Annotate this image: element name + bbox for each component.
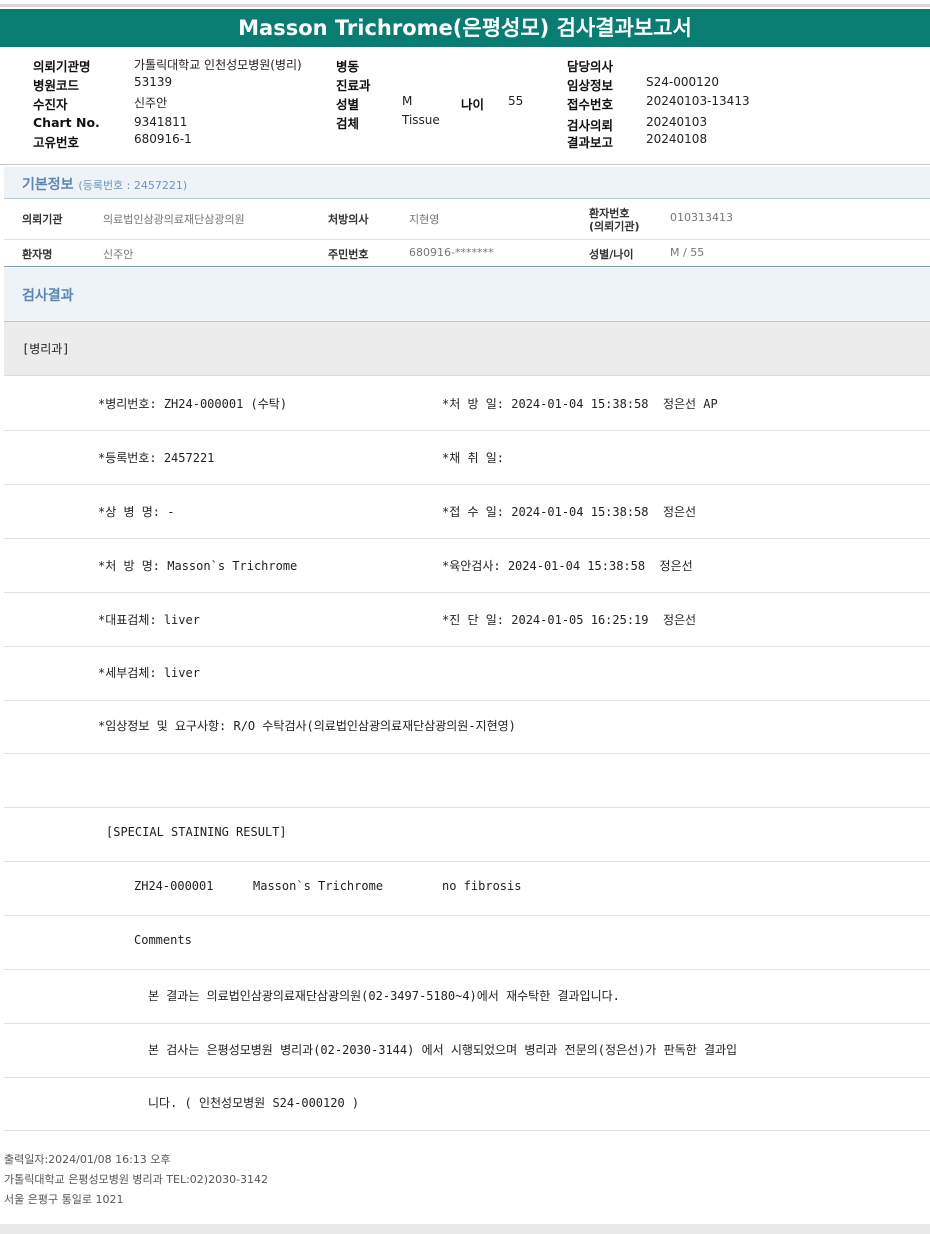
report-title: Masson Trichrome(은평성모) 검사결과보고서 — [0, 9, 930, 47]
recipient-value: 신주안 — [134, 96, 168, 110]
rrn-label: 주민번호 — [328, 248, 369, 261]
receive-date: *접 수 일: 2024-01-04 15:38:58 정은선 — [442, 505, 697, 519]
hosp-code-label: 병원코드 — [33, 78, 80, 93]
result-row-4: *처 방 명: Masson`s Trichrome *육안검사: 2024-0… — [4, 539, 930, 593]
req-org-value: 의료법인삼광의료재단삼광의원 — [103, 213, 245, 226]
age-value: 55 — [508, 94, 524, 108]
result-report-value: 20240108 — [646, 132, 708, 146]
specimen-label: 검체 — [336, 116, 360, 131]
gross-exam-date: *육안검사: 2024-01-04 15:38:58 정은선 — [442, 559, 693, 573]
dept-band: [병리과] — [4, 322, 930, 376]
result-row-3: *상 병 명: - *접 수 일: 2024-01-04 15:38:58 정은… — [4, 485, 930, 539]
stain-name: Masson`s Trichrome — [253, 879, 384, 893]
uid-label: 고유번호 — [33, 135, 80, 150]
diagnosis-date: *진 단 일: 2024-01-05 16:25:19 정은선 — [442, 613, 697, 627]
basic-info-row-1: 의뢰기관 의료법인삼광의료재단삼광의원 처방의사 지현영 환자번호 (의뢰기관)… — [4, 199, 930, 240]
rrn-value: 680916-******* — [409, 246, 494, 259]
results-section-title: 검사결과 — [4, 268, 930, 322]
prescriber-label: 처방의사 — [328, 213, 369, 226]
footer-organization: 가톨릭대학교 은평성모병원 병리과 TEL:02)2030-3142 — [4, 1173, 269, 1186]
top-divider — [0, 4, 930, 7]
registration-number: *등록번호: 2457221 — [98, 451, 215, 465]
report-header: 의뢰기관명 가톨릭대학교 인천성모병원(병리) 병원코드 53139 수진자 신… — [0, 48, 930, 165]
receipt-label: 접수번호 — [567, 97, 614, 112]
receipt-value: 20240103-13413 — [646, 94, 750, 108]
result-row-6: *세부검체: liver — [4, 647, 930, 701]
result-row-stain: ZH24-000001 Masson`s Trichrome no fibros… — [4, 862, 930, 916]
result-row-comment-2: 본 검사는 은평성모병원 병리과(02-2030-3144) 에서 시행되었으며… — [4, 1024, 930, 1078]
sex-age-value: M / 55 — [670, 246, 705, 259]
disease-name: *상 병 명: - — [98, 505, 175, 519]
chart-value: 9341811 — [134, 115, 188, 129]
prescription-name: *처 방 명: Masson`s Trichrome — [98, 559, 298, 573]
sex-value: M — [402, 94, 413, 108]
result-report-label: 결과보고 — [567, 135, 614, 150]
clinical-label: 임상정보 — [567, 78, 614, 93]
dept-label: 진료과 — [336, 78, 371, 93]
basic-info-row-2: 환자명 신주안 주민번호 680916-******* 성별/나이 M / 55 — [4, 240, 930, 267]
result-row-2: *등록번호: 2457221 *채 취 일: — [4, 431, 930, 485]
print-date: 출력일자:2024/01/08 16:13 오후 — [4, 1153, 171, 1166]
result-row-blank — [4, 754, 930, 808]
result-row-comments: Comments — [4, 916, 930, 970]
age-label: 나이 — [461, 97, 485, 112]
result-row-comment-1: 본 결과는 의료법인삼광의료재단삼광의원(02-3497-5180~4)에서 재… — [4, 970, 930, 1024]
req-org-value: 가톨릭대학교 인천성모병원(병리) — [134, 58, 302, 72]
result-row-7: *임상정보 및 요구사항: R/O 수탁검사(의료법인삼광의료재단삼광의원-지현… — [4, 700, 930, 754]
clinical-request: *임상정보 및 요구사항: R/O 수탁검사(의료법인삼광의료재단삼광의원-지현… — [98, 719, 516, 733]
pathology-number: *병리번호: ZH24-000001 (수탁) — [98, 397, 288, 411]
doctor-label: 담당의사 — [567, 59, 614, 74]
patient-no-sublabel: (의뢰기관) — [589, 220, 640, 233]
result-row-1: *병리번호: ZH24-000001 (수탁) *처 방 일: 2024-01-… — [4, 377, 930, 431]
comments-label: Comments — [134, 933, 192, 947]
chart-label: Chart No. — [33, 115, 100, 130]
ward-label: 병동 — [336, 59, 360, 74]
req-org-label: 의뢰기관 — [22, 213, 63, 226]
basic-info-section-title: 기본정보 (등록번호 : 2457221) — [4, 167, 930, 199]
hosp-code-value: 53139 — [134, 75, 173, 89]
patient-name-value: 신주안 — [103, 248, 134, 261]
patient-no-value: 010313413 — [670, 211, 733, 224]
prescribed-date: *처 방 일: 2024-01-04 15:38:58 정은선 AP — [442, 397, 718, 411]
representative-specimen: *대표검체: liver — [98, 613, 200, 627]
request-value: 20240103 — [646, 115, 708, 129]
comment-line-2: 본 검사는 은평성모병원 병리과(02-2030-3144) 에서 시행되었으며… — [148, 1043, 738, 1057]
footer-address: 서울 은평구 통일로 1021 — [4, 1193, 124, 1206]
collection-date: *채 취 일: — [442, 451, 505, 465]
result-row-comment-3: 니다. ( 인천성모병원 S24-000120 ) — [4, 1077, 930, 1131]
stain-result: no fibrosis — [442, 879, 522, 893]
req-org-label: 의뢰기관명 — [33, 59, 91, 74]
result-row-5: *대표검체: liver *진 단 일: 2024-01-05 16:25:19… — [4, 593, 930, 647]
clinical-value: S24-000120 — [646, 75, 720, 89]
special-staining-header: [SPECIAL STAINING RESULT] — [106, 825, 287, 839]
recipient-label: 수진자 — [33, 97, 68, 112]
sex-label: 성별 — [336, 97, 360, 112]
sex-age-label: 성별/나이 — [589, 248, 634, 261]
patient-name-label: 환자명 — [22, 248, 53, 261]
basic-info-title: 기본정보 — [22, 177, 74, 193]
dept-label: [병리과] — [22, 342, 70, 356]
registration-note: (등록번호 : 2457221) — [78, 179, 188, 192]
bottom-bar — [0, 1224, 930, 1234]
comment-line-3: 니다. ( 인천성모병원 S24-000120 ) — [148, 1096, 360, 1110]
uid-value: 680916-1 — [134, 132, 192, 146]
comment-line-1: 본 결과는 의료법인삼광의료재단삼광의원(02-3497-5180~4)에서 재… — [148, 989, 620, 1003]
prescriber-value: 지현영 — [409, 213, 440, 226]
result-row-special-header: [SPECIAL STAINING RESULT] — [4, 808, 930, 862]
stain-case-number: ZH24-000001 — [134, 879, 214, 893]
specimen-value: Tissue — [402, 113, 440, 127]
sub-specimen: *세부검체: liver — [98, 666, 200, 680]
results-title: 검사결과 — [22, 288, 74, 304]
